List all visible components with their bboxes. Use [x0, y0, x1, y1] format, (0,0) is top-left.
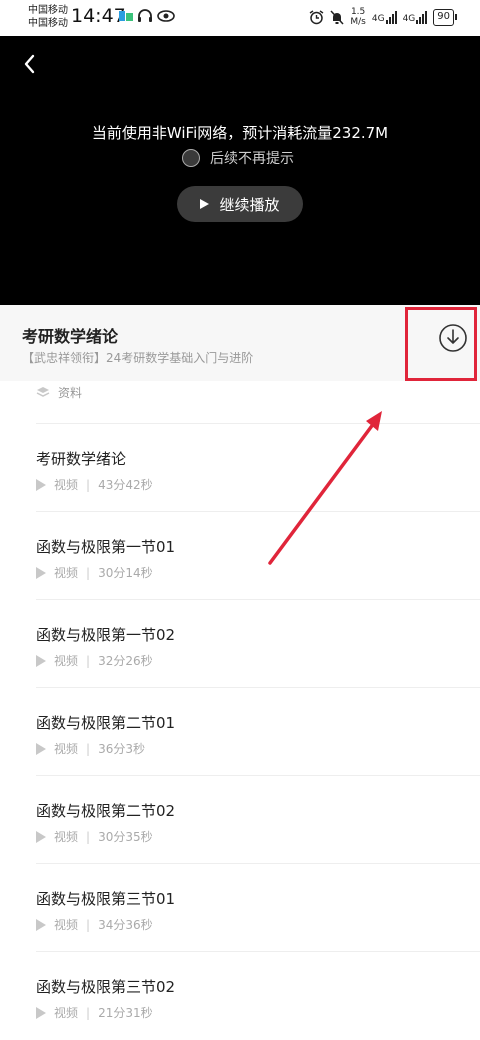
meta-separator: | — [86, 565, 91, 580]
lesson-title: 函数与极限第二节02 — [36, 802, 176, 820]
lesson-duration: 30分14秒 — [98, 566, 153, 580]
video-play-icon — [36, 654, 46, 667]
lesson-item[interactable]: 函数与极限第一节01 视频 | 30分14秒 — [36, 512, 480, 600]
lesson-type: 视频 — [54, 918, 79, 932]
layers-icon — [36, 387, 50, 397]
video-play-icon — [36, 566, 46, 579]
lesson-duration: 43分42秒 — [98, 478, 153, 492]
materials-item[interactable]: 资料 — [36, 384, 82, 401]
lesson-title: 函数与极限第三节02 — [36, 978, 176, 996]
headphones-icon — [138, 9, 152, 22]
meta-separator: | — [86, 653, 91, 668]
download-highlight-box — [405, 307, 477, 381]
mute-bell-icon — [330, 9, 344, 25]
notification-icons — [119, 9, 175, 23]
lesson-meta: 视频 | 32分26秒 — [36, 652, 153, 669]
video-play-icon — [36, 918, 46, 931]
continue-play-label: 继续播放 — [219, 195, 280, 214]
lesson-type: 视频 — [54, 566, 79, 580]
lesson-meta: 视频 | 36分3秒 — [36, 740, 145, 757]
course-title: 考研数学绪论 — [22, 327, 119, 346]
lesson-duration: 36分3秒 — [98, 742, 145, 756]
lesson-item[interactable]: 函数与极限第一节02 视频 | 32分26秒 — [36, 600, 480, 688]
lesson-type: 视频 — [54, 1006, 79, 1020]
materials-label: 资料 — [58, 386, 83, 400]
lesson-item[interactable]: 考研数学绪论视频 | 43分42秒 — [36, 424, 480, 512]
net-type-1: 4G — [371, 14, 385, 24]
status-bar: 中国移动 中国移动 14:47 1.5 M/s 4G 4G 90 — [0, 0, 480, 36]
meta-separator: | — [86, 741, 91, 756]
lesson-duration: 21分31秒 — [98, 1006, 153, 1020]
eye-icon — [157, 10, 175, 22]
signal-1: 4G — [372, 10, 397, 24]
meta-separator: | — [86, 1005, 91, 1020]
lesson-item[interactable]: 函数与极限第二节02 视频 | 30分35秒 — [36, 776, 480, 864]
download-icon[interactable] — [438, 323, 468, 353]
lesson-duration: 34分36秒 — [98, 918, 153, 932]
lesson-type: 视频 — [54, 478, 79, 492]
lesson-title: 考研数学绪论 — [36, 450, 127, 468]
lesson-meta: 视频 | 30分35秒 — [36, 828, 153, 845]
network-warning: 当前使用非WiFi网络，预计消耗流量232.7M — [91, 124, 389, 142]
lesson-meta: 视频 | 34分36秒 — [36, 916, 153, 933]
meta-separator: | — [86, 477, 91, 492]
carrier-2: 中国移动 — [28, 18, 68, 29]
signal-bars-2-icon — [416, 10, 428, 24]
speed-unit: M/s — [350, 17, 366, 27]
lesson-item[interactable]: 函数与极限第三节01 视频 | 34分36秒 — [36, 864, 480, 952]
course-header: 考研数学绪论 【武忠祥领衔】24考研数学基础入门与进阶 — [0, 305, 480, 381]
battery-icon: 90 — [433, 8, 457, 26]
video-play-icon — [36, 478, 46, 491]
lesson-type: 视频 — [54, 830, 79, 844]
signal-2: 4G — [403, 10, 428, 24]
video-player[interactable]: 当前使用非WiFi网络，预计消耗流量232.7M 后续不再提示 继续播放 — [0, 36, 480, 305]
speed-value: 1.5 — [350, 7, 366, 17]
video-play-icon — [36, 742, 46, 755]
lesson-title: 函数与极限第三节01 — [36, 890, 176, 908]
lesson-duration: 32分26秒 — [98, 654, 153, 668]
meta-separator: | — [86, 917, 91, 932]
signal-bars-1-icon — [385, 10, 397, 24]
course-subtitle: 【武忠祥领衔】24考研数学基础入门与进阶 — [22, 351, 254, 365]
lesson-meta: 视频 | 43分42秒 — [36, 476, 153, 493]
no-remind-label: 后续不再提示 — [210, 151, 294, 167]
video-play-icon — [36, 1006, 46, 1019]
app-notification-icon — [119, 11, 133, 21]
system-status: 1.5 M/s 4G 4G 90 — [309, 7, 457, 27]
clock: 14:47 — [71, 5, 126, 27]
video-play-icon — [36, 830, 46, 843]
meta-separator: | — [86, 829, 91, 844]
lesson-duration: 30分35秒 — [98, 830, 153, 844]
lesson-title: 函数与极限第一节01 — [36, 538, 176, 556]
lesson-type: 视频 — [54, 654, 79, 668]
no-remind-option[interactable]: 后续不再提示 — [182, 148, 294, 168]
lesson-item[interactable]: 函数与极限第二节01 视频 | 36分3秒 — [36, 688, 480, 776]
radio-icon[interactable] — [182, 149, 200, 167]
network-speed: 1.5 M/s — [350, 7, 366, 27]
lesson-title: 函数与极限第二节01 — [36, 714, 176, 732]
continue-play-button[interactable]: 继续播放 — [177, 186, 303, 222]
carriers: 中国移动 中国移动 — [28, 4, 68, 30]
back-arrow-icon[interactable] — [18, 52, 42, 76]
net-type-2: 4G — [402, 14, 416, 24]
play-icon — [200, 199, 210, 209]
lesson-item[interactable]: 函数与极限第三节02 视频 | 21分31秒 — [36, 952, 480, 1040]
lesson-meta: 视频 | 21分31秒 — [36, 1004, 153, 1021]
lesson-title: 函数与极限第一节02 — [36, 626, 176, 644]
carrier-1: 中国移动 — [28, 5, 68, 16]
lesson-type: 视频 — [54, 742, 79, 756]
alarm-icon — [309, 9, 324, 24]
lesson-meta: 视频 | 30分14秒 — [36, 564, 153, 581]
